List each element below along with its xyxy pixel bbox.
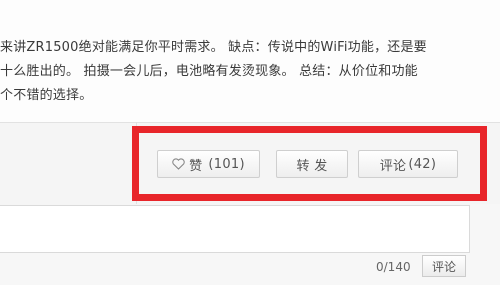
char-counter: 0/140 bbox=[376, 260, 411, 274]
post-text-line: 个不错的选择。 bbox=[0, 88, 93, 103]
comment-input[interactable] bbox=[0, 205, 470, 253]
submit-comment-button[interactable]: 评论 bbox=[422, 255, 466, 277]
post-text-line: 来讲ZR1500绝对能满足你平时需求。 缺点：传说中的WiFi功能，还是要 bbox=[0, 40, 427, 55]
post-text-line: 十么胜出的。 拍摄一会儿后，电池略有发烫现象。 总结：从价位和功能 bbox=[0, 64, 418, 79]
highlight-frame bbox=[132, 126, 487, 201]
right-edge bbox=[470, 204, 500, 285]
post-body: 来讲ZR1500绝对能满足你平时需求。 缺点：传说中的WiFi功能，还是要 十么… bbox=[0, 0, 500, 122]
submit-comment-label: 评论 bbox=[431, 259, 456, 274]
